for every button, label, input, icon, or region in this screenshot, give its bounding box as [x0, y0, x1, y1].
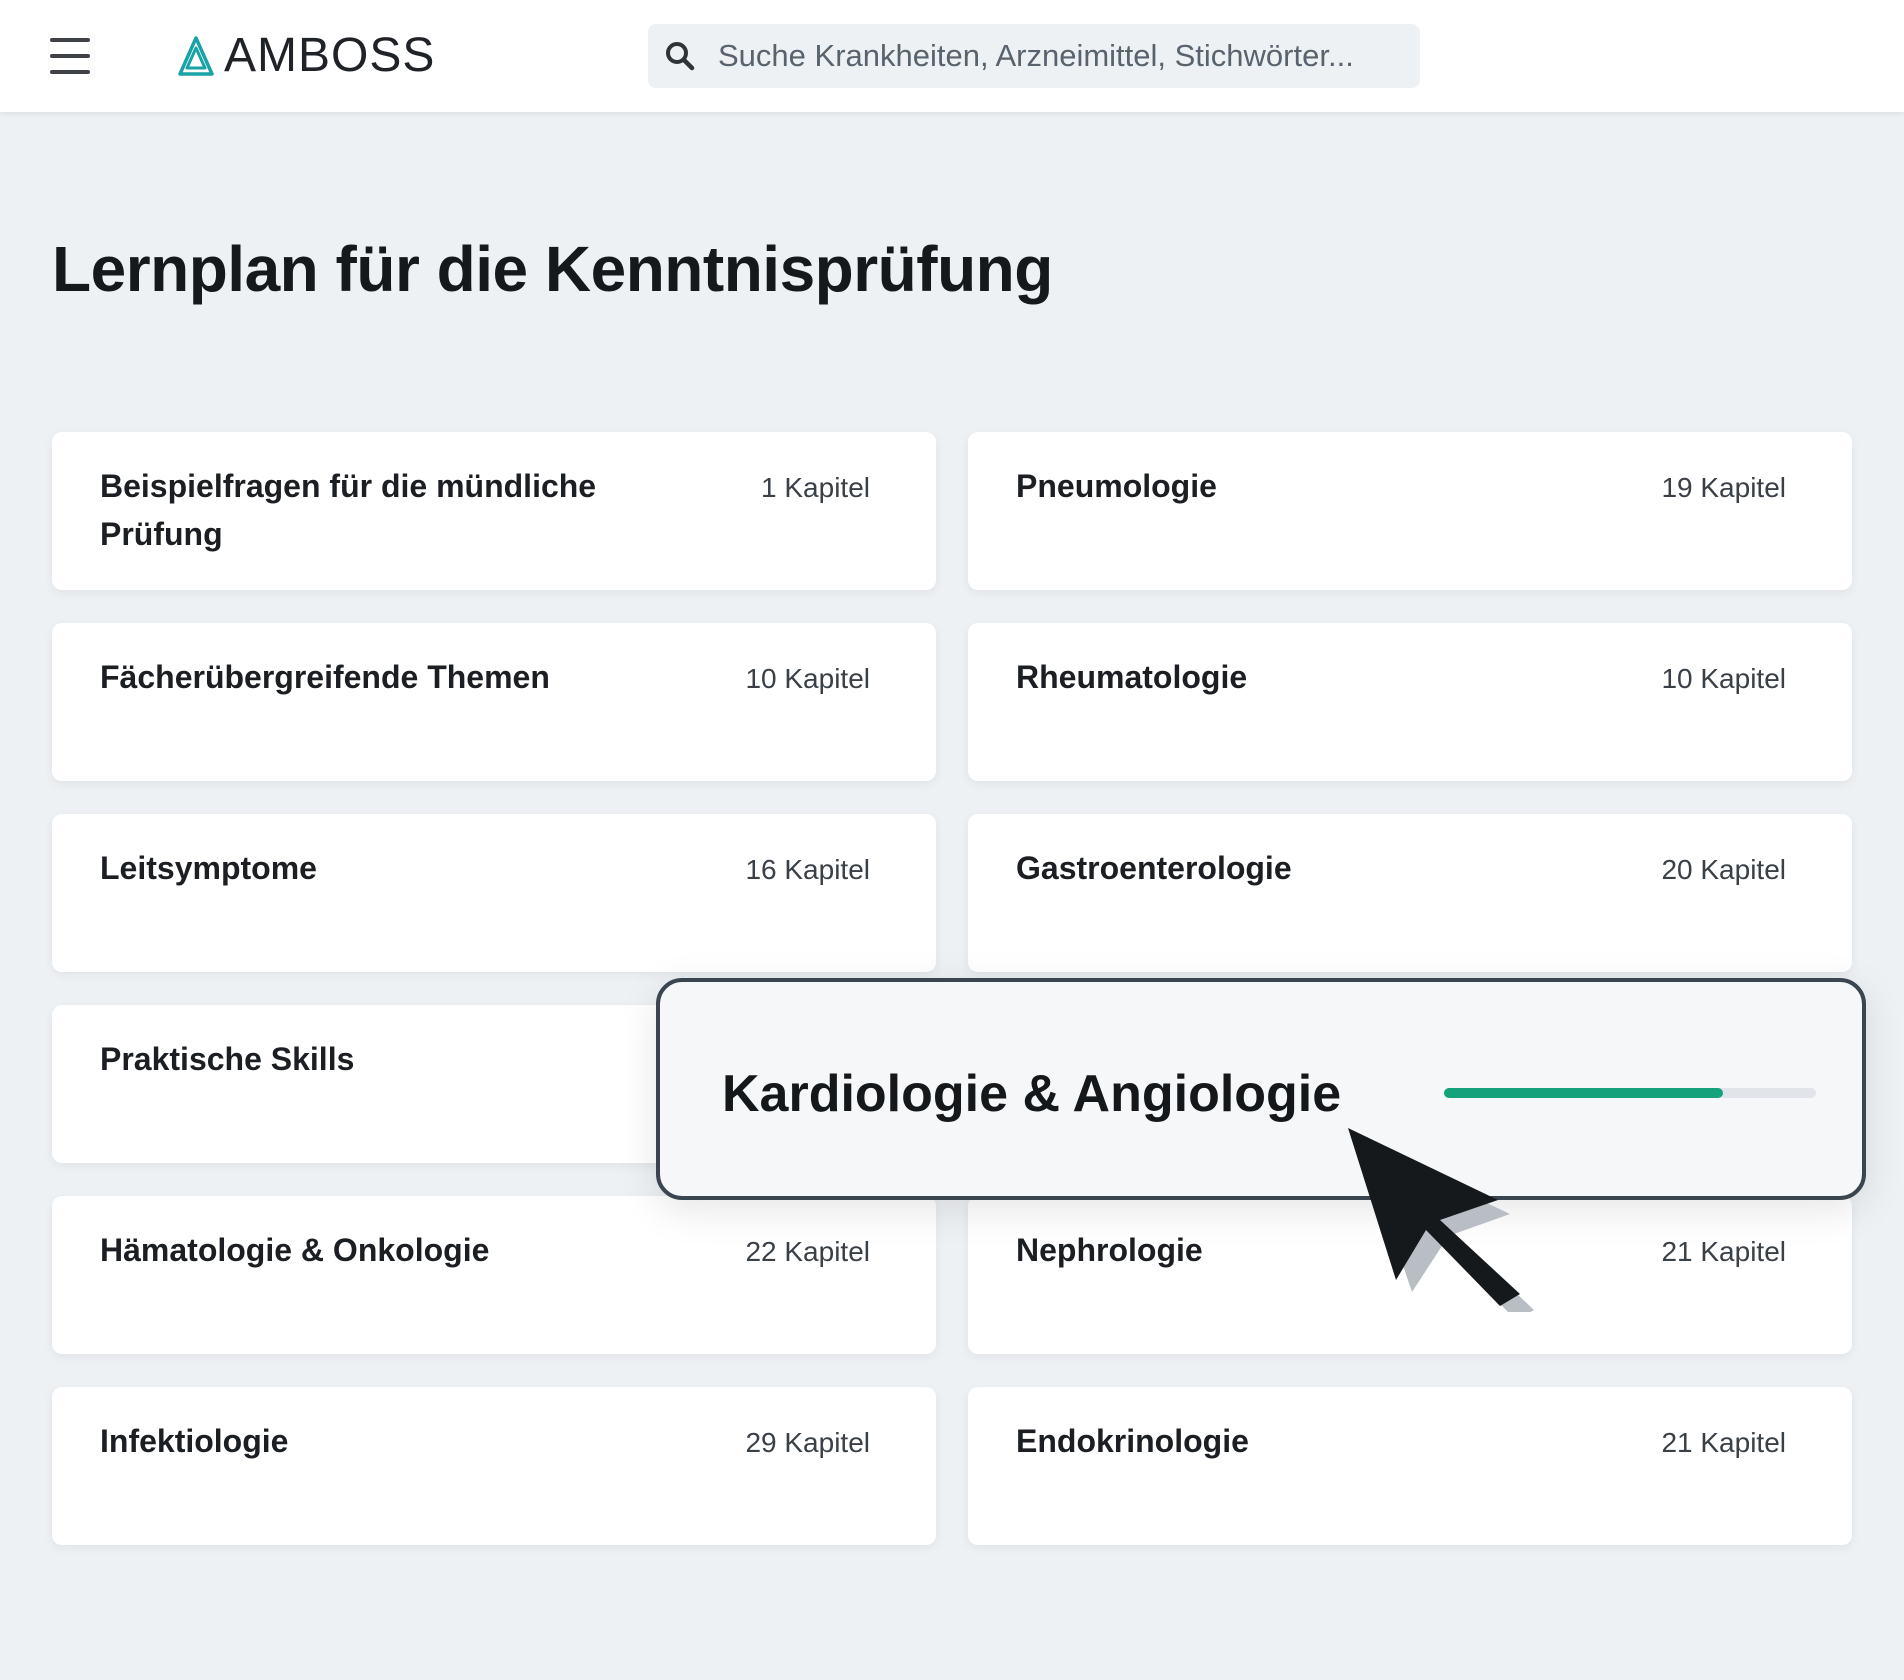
- card-count: 21 Kapitel: [1661, 1427, 1786, 1458]
- card-count: 10 Kapitel: [1661, 663, 1786, 694]
- amboss-triangle-logo-icon: [178, 36, 214, 76]
- card-title: Pneumologie: [1016, 468, 1217, 504]
- card-count: 10 Kapitel: [745, 663, 870, 694]
- card-title: Hämatologie & Onkologie: [100, 1232, 490, 1268]
- card-title: Leitsymptome: [100, 850, 317, 886]
- search-box[interactable]: [648, 24, 1420, 88]
- progress-bar-fill: [1444, 1088, 1723, 1098]
- card-count: 21 Kapitel: [1661, 1236, 1786, 1267]
- card-pneumologie[interactable]: Pneumologie 19 Kapitel: [968, 432, 1852, 590]
- top-header: AMBOSS: [0, 0, 1904, 112]
- card-title: Praktische Skills: [100, 1041, 355, 1077]
- card-title: Infektiologie: [100, 1423, 289, 1459]
- card-rheumatologie[interactable]: Rheumatologie 10 Kapitel: [968, 623, 1852, 781]
- card-count: 16 Kapitel: [745, 854, 870, 885]
- card-gastroenterologie[interactable]: Gastroenterologie 20 Kapitel: [968, 814, 1852, 972]
- card-leitsymptome[interactable]: Leitsymptome 16 Kapitel: [52, 814, 936, 972]
- search-icon: [666, 42, 695, 71]
- card-count: 22 Kapitel: [745, 1236, 870, 1267]
- highlight-card-title: Kardiologie & Angiologie: [722, 1065, 1342, 1123]
- hamburger-menu-icon[interactable]: [48, 38, 94, 74]
- card-title: Gastroenterologie: [1016, 850, 1292, 886]
- card-beispielfragen[interactable]: Beispielfragen für die mündliche Prüfung…: [52, 432, 936, 590]
- card-endokrinologie[interactable]: Endokrinologie 21 Kapitel: [968, 1387, 1852, 1545]
- amboss-logo[interactable]: AMBOSS: [178, 28, 435, 84]
- card-count: 29 Kapitel: [745, 1427, 870, 1458]
- card-count: 20 Kapitel: [1661, 854, 1786, 885]
- card-title: Beispielfragen für die mündliche Prüfung: [100, 468, 597, 552]
- card-title: Fächerübergreifende Themen: [100, 659, 550, 695]
- search-input[interactable]: [710, 24, 1400, 88]
- card-title: Rheumatologie: [1016, 659, 1248, 695]
- card-count: 19 Kapitel: [1661, 472, 1786, 503]
- page-title: Lernplan für die Kenntnisprüfung: [52, 233, 1053, 305]
- card-infektiologie[interactable]: Infektiologie 29 Kapitel: [52, 1387, 936, 1545]
- card-haematologie-onkologie[interactable]: Hämatologie & Onkologie 22 Kapitel: [52, 1196, 936, 1354]
- card-count: 1 Kapitel: [761, 472, 870, 503]
- card-kardiologie-angiologie-highlighted[interactable]: Kardiologie & Angiologie: [656, 978, 1866, 1200]
- mouse-pointer-icon: [1348, 1128, 1534, 1312]
- card-title: Endokrinologie: [1016, 1423, 1249, 1459]
- logo-text: AMBOSS: [224, 29, 436, 82]
- progress-bar: [1444, 1088, 1816, 1098]
- card-faecheruebergreifende-themen[interactable]: Fächerübergreifende Themen 10 Kapitel: [52, 623, 936, 781]
